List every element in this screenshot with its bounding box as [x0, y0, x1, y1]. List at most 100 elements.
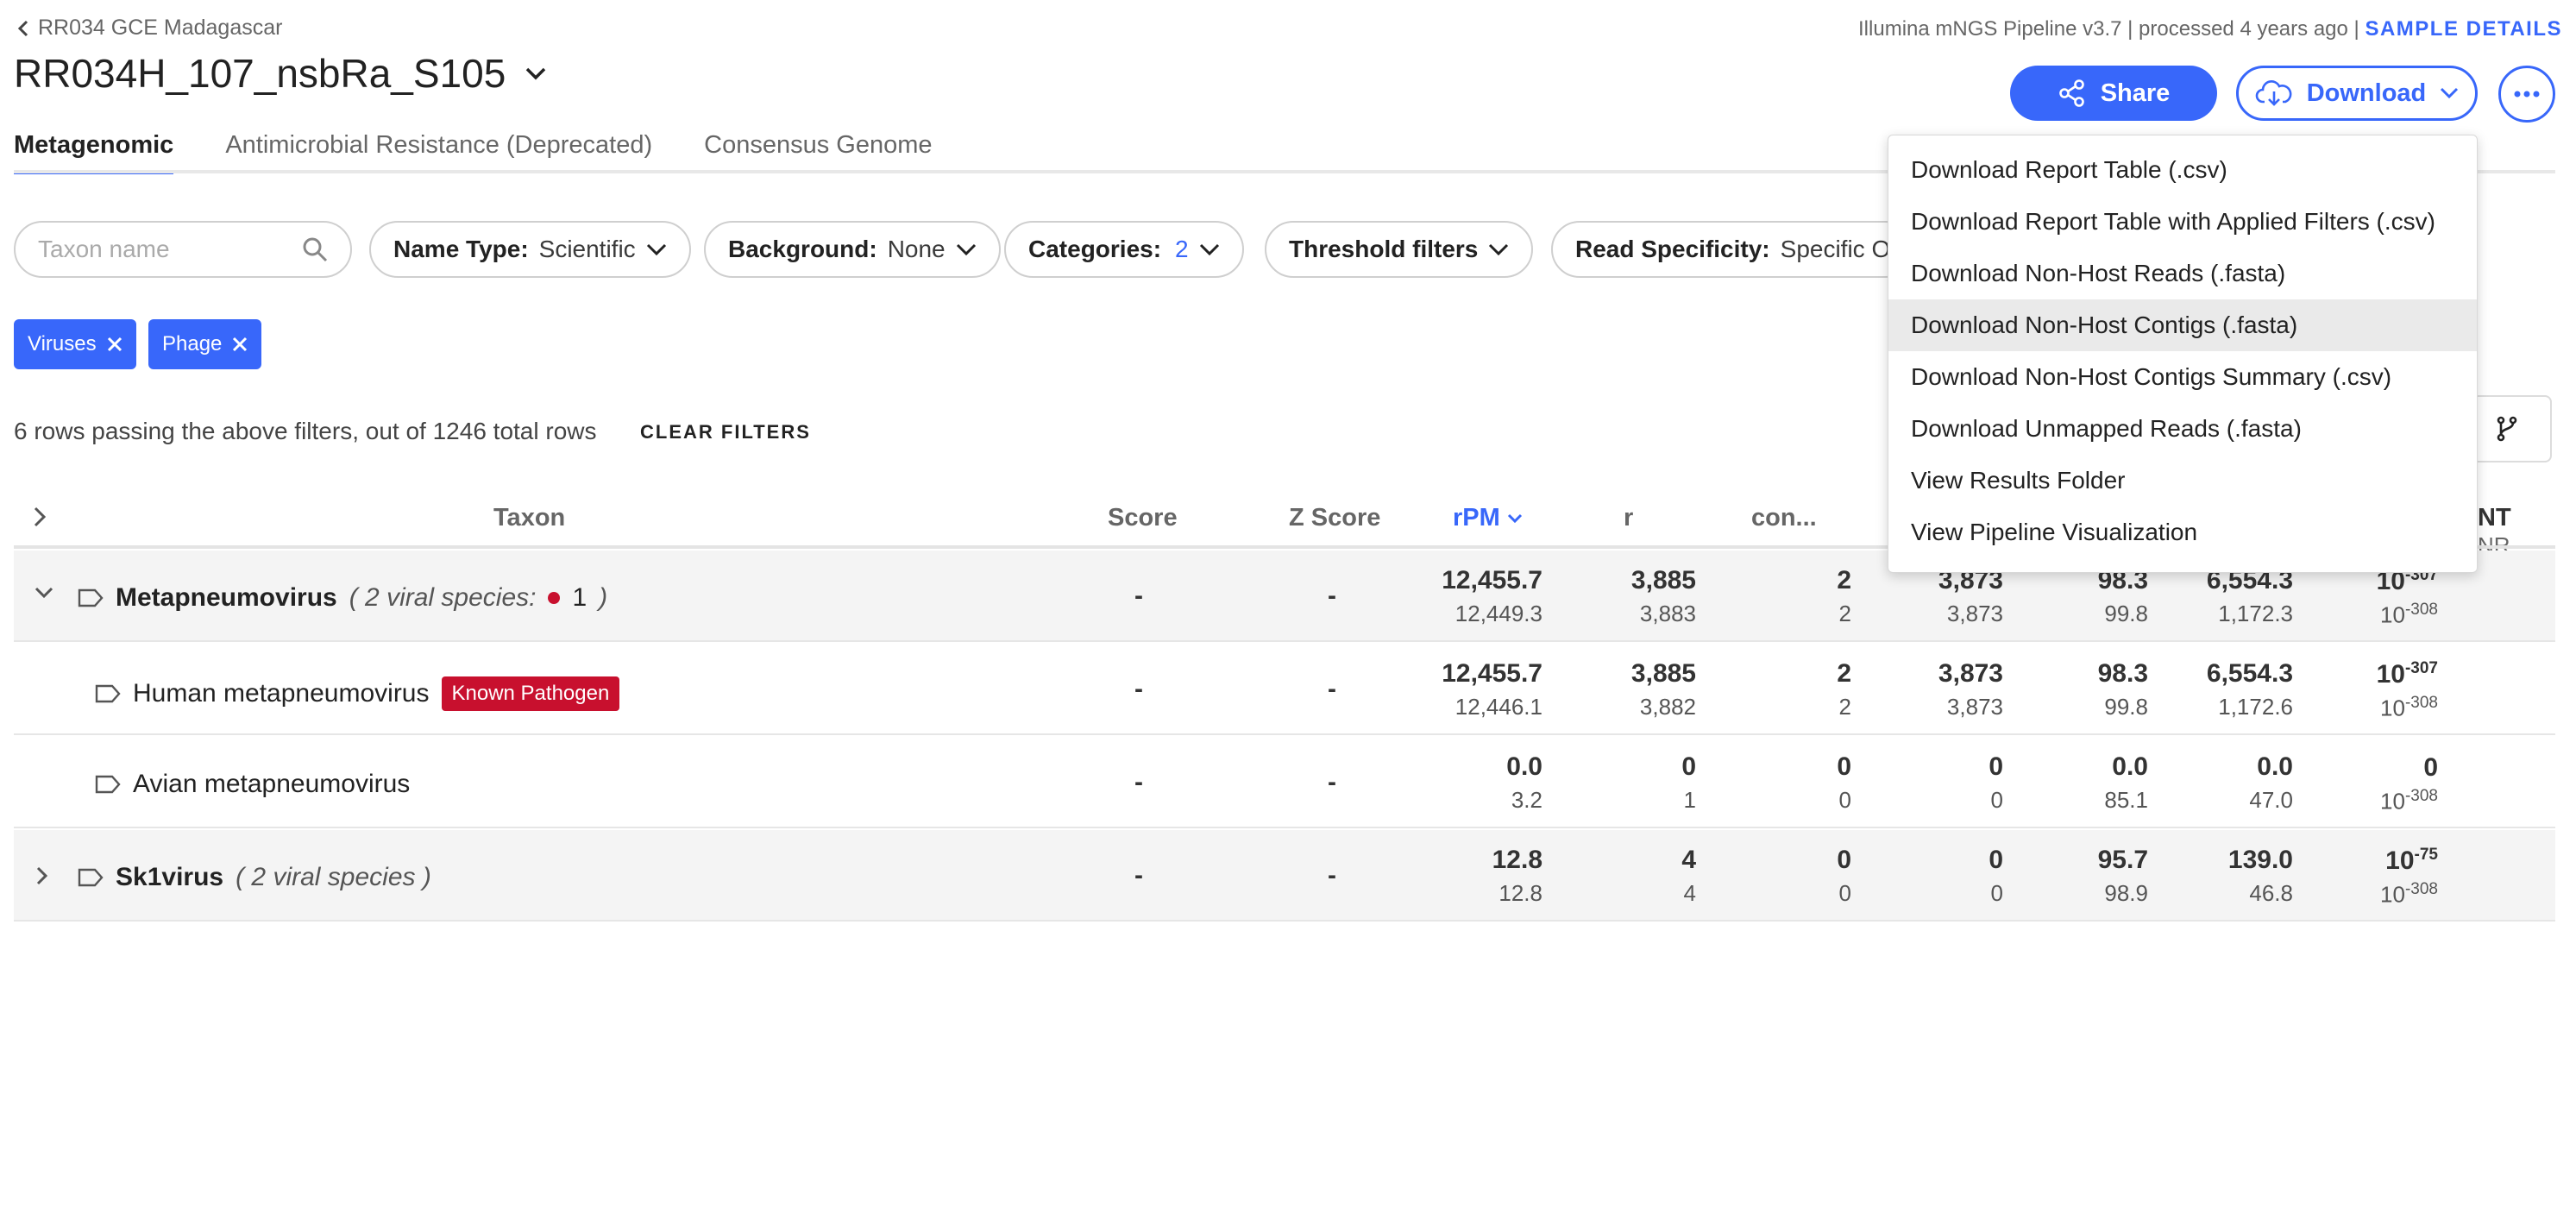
taxon-name[interactable]: Avian metapneumovirus — [133, 770, 410, 799]
sample-details-link[interactable]: SAMPLE DETAILS — [2365, 17, 2562, 41]
expand-all-toggle[interactable] — [33, 506, 47, 528]
row-collapse-toggle[interactable] — [35, 587, 53, 599]
menu-item-results-folder[interactable]: View Results Folder — [1888, 455, 2477, 506]
rpm-nr: 12.8 — [1498, 880, 1542, 906]
alignment-length-nr: 1,172.6 — [2218, 694, 2293, 720]
menu-item-pipeline-visualization[interactable]: View Pipeline Visualization — [1888, 506, 2477, 558]
name-type-label: Name Type: — [393, 236, 529, 262]
taxon-name-cell: Avian metapneumovirus — [95, 770, 410, 799]
r-nr: 1 — [1683, 787, 1696, 813]
menu-item-non-host-reads[interactable]: Download Non-Host Reads (.fasta) — [1888, 248, 2477, 299]
score-cell: - — [1134, 582, 1143, 610]
search-icon — [302, 236, 328, 262]
evalue-nr-exp: -308 — [2404, 787, 2438, 805]
menu-item-contigs-summary[interactable]: Download Non-Host Contigs Summary (.csv) — [1888, 351, 2477, 403]
alignment-length-cell: 0.0 47.0 — [2155, 752, 2293, 814]
chevron-down-icon — [525, 66, 547, 80]
contig-nr: 0 — [1838, 880, 1851, 906]
evalue-nt-exp: -75 — [2414, 846, 2438, 864]
close-icon[interactable] — [107, 337, 123, 352]
zscore-cell: - — [1328, 675, 1336, 703]
zscore-cell: - — [1328, 768, 1336, 796]
taxon-name[interactable]: Human metapneumovirus — [133, 679, 430, 708]
tag-icon[interactable] — [78, 588, 104, 607]
column-header-rpm[interactable]: rPM — [1453, 504, 1523, 532]
download-label: Download — [2306, 79, 2427, 107]
background-filter[interactable]: Background: None — [704, 221, 1001, 278]
column-header-r[interactable]: r — [1624, 504, 1633, 532]
evalue-nr-exp: -308 — [2404, 601, 2438, 619]
menu-item-report-table-filtered[interactable]: Download Report Table with Applied Filte… — [1888, 196, 2477, 248]
tag-icon[interactable] — [78, 868, 104, 887]
percent-id-nt: 95.7 — [2097, 846, 2148, 874]
evalue-cell: 10-75 10-308 — [2300, 846, 2438, 909]
contig-nt: 2 — [1837, 566, 1851, 595]
tab-consensus-genome[interactable]: Consensus Genome — [704, 131, 932, 174]
read-specificity-filter[interactable]: Read Specificity: Specific On — [1551, 221, 1913, 278]
zscore-cell: - — [1328, 861, 1336, 890]
contig-nt: 2 — [1837, 659, 1851, 688]
contig-nr: 2 — [1838, 601, 1851, 626]
column-header-score[interactable]: Score — [1108, 504, 1178, 532]
alignment-length-nr: 1,172.3 — [2218, 601, 2293, 626]
pipeline-info: Illumina mNGS Pipeline v3.7 | processed … — [1858, 17, 2562, 41]
name-type-filter[interactable]: Name Type: Scientific — [369, 221, 691, 278]
contig-r-nr: 0 — [1990, 880, 2003, 906]
categories-label: Categories: — [1028, 236, 1162, 262]
share-label: Share — [2100, 79, 2171, 107]
column-header-contig[interactable]: con... — [1751, 504, 1817, 532]
share-button[interactable]: Share — [2010, 66, 2217, 121]
tag-icon[interactable] — [95, 775, 121, 794]
contig-r-cell: 3,873 3,873 — [1865, 566, 2003, 627]
alignment-length-nr: 46.8 — [2249, 880, 2293, 906]
r-cell: 01 — [1558, 752, 1696, 814]
menu-item-report-table[interactable]: Download Report Table (.csv) — [1888, 144, 2477, 196]
r-cell: 44 — [1558, 846, 1696, 907]
ellipsis-icon — [2514, 91, 2540, 98]
rpm-cell: 0.0 3.2 — [1404, 752, 1542, 814]
clear-filters-button[interactable]: CLEAR FILTERS — [640, 421, 811, 444]
sample-selector[interactable]: RR034H_107_nsbRa_S105 — [14, 50, 547, 97]
close-icon[interactable] — [232, 337, 248, 352]
evalue-nr-base: 10 — [2380, 601, 2405, 628]
rpm-nr: 12,446.1 — [1454, 694, 1542, 720]
evalue-header-nt: NT — [2478, 504, 2511, 532]
column-header-zscore[interactable]: Z Score — [1289, 504, 1380, 532]
tab-antimicrobial-resistance[interactable]: Antimicrobial Resistance (Deprecated) — [225, 131, 652, 174]
taxon-name[interactable]: Metapneumovirus — [116, 583, 337, 613]
evalue-nr-base: 10 — [2380, 695, 2405, 721]
tab-metagenomic[interactable]: Metagenomic — [14, 131, 174, 174]
score-cell: - — [1134, 675, 1143, 703]
percent-id-nt: 0.0 — [2112, 752, 2148, 781]
evalue-nt-base: 10 — [2385, 846, 2415, 875]
row-expand-toggle[interactable] — [36, 866, 48, 885]
menu-item-unmapped-reads[interactable]: Download Unmapped Reads (.fasta) — [1888, 403, 2477, 455]
r-nt: 4 — [1681, 846, 1696, 874]
read-specificity-value: Specific On — [1780, 236, 1904, 262]
taxon-name-cell: Metapneumovirus ( 2 viral species: 1 ) — [78, 583, 607, 613]
share-icon — [2058, 79, 2087, 108]
contig-nr: 2 — [1838, 694, 1851, 720]
back-link-label: RR034 GCE Madagascar — [38, 16, 283, 40]
search-input[interactable]: Taxon name — [14, 221, 352, 278]
taxon-name[interactable]: Sk1virus — [116, 863, 223, 892]
evalue-cell: 0 10-308 — [2300, 752, 2438, 815]
filter-tag-viruses[interactable]: Viruses — [14, 319, 136, 369]
column-header-taxon[interactable]: Taxon — [493, 504, 565, 532]
back-link[interactable]: RR034 GCE Madagascar — [17, 16, 282, 41]
threshold-label: Threshold filters — [1289, 236, 1479, 262]
menu-item-non-host-contigs[interactable]: Download Non-Host Contigs (.fasta) — [1888, 299, 2477, 351]
percent-id-cell: 98.3 99.8 — [2010, 659, 2148, 720]
chevron-down-icon — [1488, 243, 1509, 255]
filter-tag-phage[interactable]: Phage — [148, 319, 262, 369]
tag-icon[interactable] — [95, 684, 121, 703]
threshold-filter[interactable]: Threshold filters — [1265, 221, 1534, 278]
contig-cell: 22 — [1713, 566, 1851, 627]
percent-id-nt: 98.3 — [2097, 659, 2148, 688]
pathogen-dot-icon — [548, 592, 561, 604]
download-button[interactable]: Download — [2236, 66, 2478, 121]
contig-r-nr: 3,873 — [1946, 601, 2003, 626]
evalue-nr-exp: -308 — [2404, 880, 2438, 898]
more-options-button[interactable] — [2498, 66, 2555, 123]
categories-filter[interactable]: Categories: 2 — [1004, 221, 1244, 278]
